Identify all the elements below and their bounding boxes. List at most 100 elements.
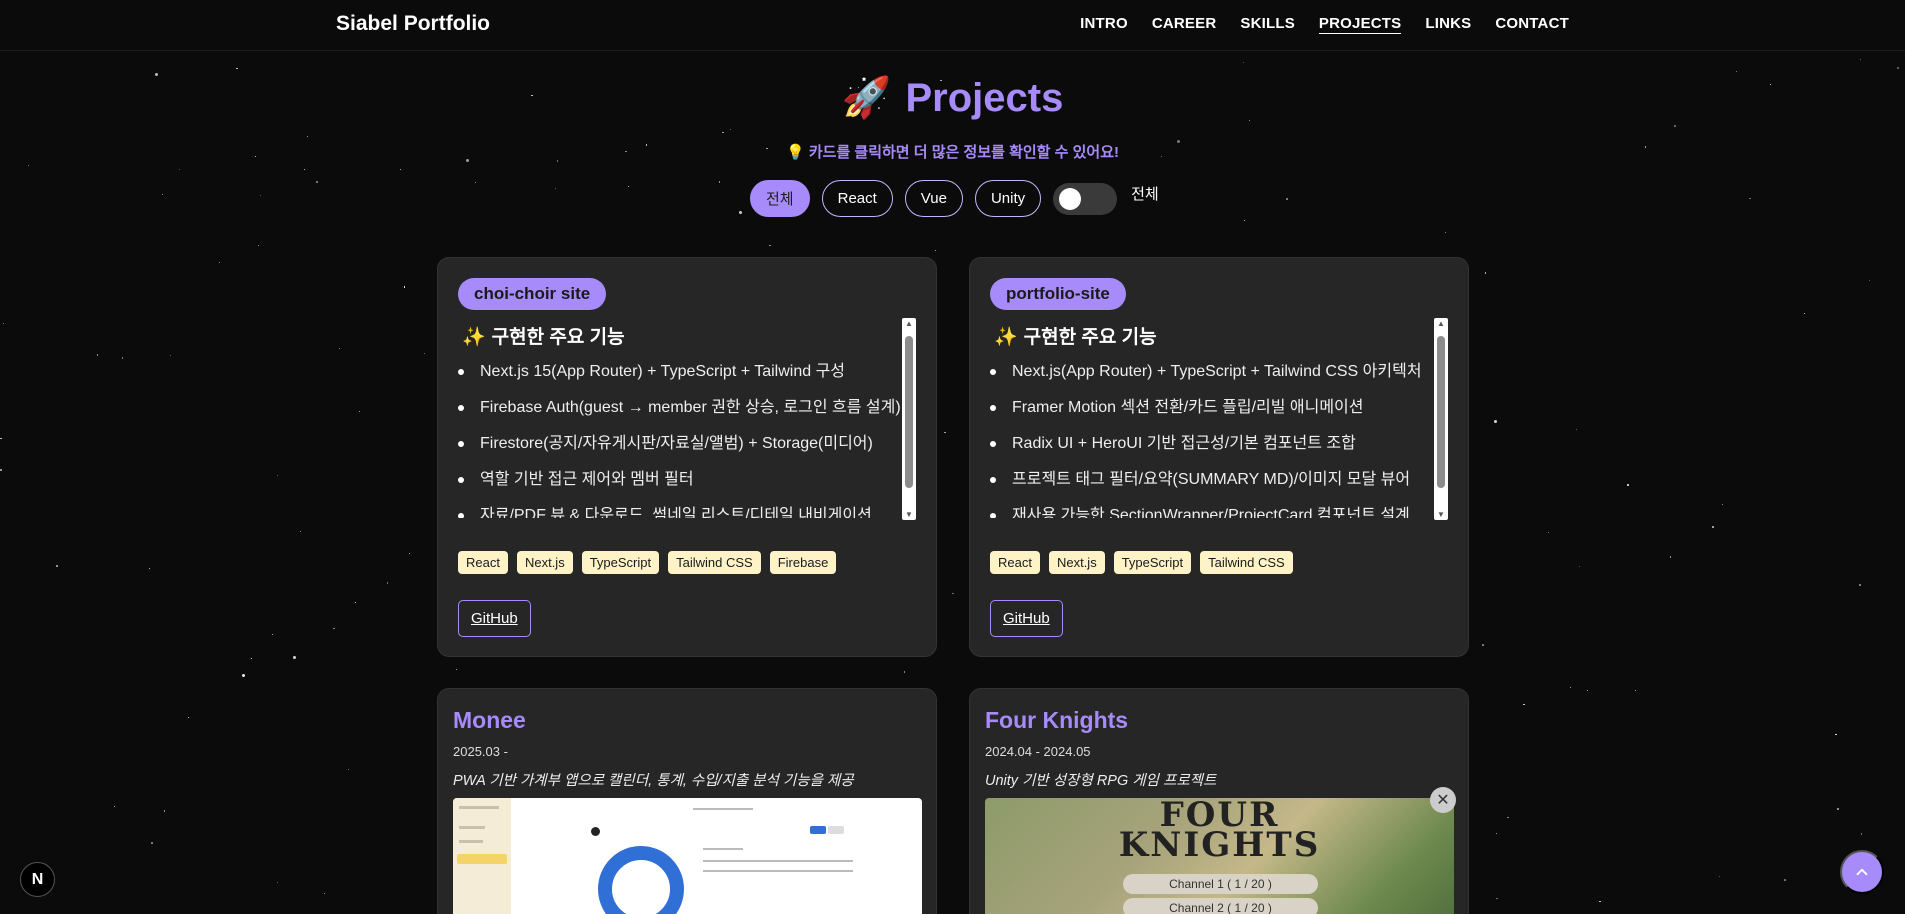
section-hint-text: 카드를 클릭하면 더 많은 정보를 확인할 수 있어요!	[808, 144, 1120, 161]
project-card-portfolio-site[interactable]: portfolio-site ✨ 구현한 주요 기능 Next.js(App Ro…	[969, 257, 1469, 657]
star-dot	[348, 768, 350, 770]
filter-react-button[interactable]: React	[821, 180, 893, 217]
scroll-up-arrow-icon[interactable]: ▲	[905, 319, 913, 328]
star-dot	[739, 211, 743, 215]
filter-unity-button[interactable]: Unity	[974, 180, 1042, 217]
starfield-background	[0, 0, 1905, 914]
star-dot	[1627, 484, 1629, 486]
sparkles-icon: ✨	[994, 327, 1018, 348]
project-card-monee[interactable]: Monee 2025.03 - PWA 기반 가계부 앱으로 캘린더, 통계, …	[437, 688, 937, 914]
nav-menu: INTRO CAREER SKILLS PROJECTS LINKS CONTA…	[1080, 15, 1569, 34]
star-dot	[718, 181, 721, 183]
star-dot	[1599, 900, 1601, 903]
scroll-to-top-button[interactable]	[1840, 850, 1884, 894]
github-link-button[interactable]: GitHub	[990, 600, 1063, 637]
game-logo-line: KNIGHTS	[1118, 825, 1321, 865]
star-dot	[56, 565, 58, 567]
donut-chart-graphic	[598, 846, 684, 914]
star-dot	[1859, 584, 1861, 586]
project-title: Monee	[453, 707, 526, 733]
star-dot	[276, 881, 279, 884]
project-date: 2024.04 - 2024.05	[985, 744, 1091, 759]
scrollbar-thumb[interactable]	[1437, 336, 1445, 488]
feature-item: Next.js 15(App Router) + TypeScript + Ta…	[458, 361, 921, 397]
features-scrollbar[interactable]: ▲ ▼	[902, 318, 916, 520]
feature-item: Radix UI + HeroUI 기반 접근성/기본 컴포넌트 조합	[990, 433, 1453, 469]
mini-button-graphic	[828, 826, 844, 834]
star-dot	[1897, 67, 1899, 69]
star-dot	[1493, 419, 1497, 423]
project-description: PWA 기반 가계부 앱으로 캘린더, 통계, 수입/지출 분석 기능을 제공	[453, 773, 854, 789]
star-dot	[1803, 313, 1805, 315]
project-date: 2025.03 -	[453, 744, 508, 759]
nextjs-badge[interactable]: N	[20, 862, 55, 897]
star-dot	[1860, 59, 1862, 61]
features-title: ✨ 구현한 주요 기능	[462, 322, 921, 349]
github-link-button[interactable]: GitHub	[458, 600, 531, 637]
star-dot	[1576, 429, 1578, 431]
nav-item-intro[interactable]: INTRO	[1080, 15, 1128, 34]
rocket-icon: 🚀	[841, 76, 892, 120]
sidebar-line-graphic	[459, 806, 499, 809]
star-dot	[169, 354, 171, 356]
star-dot	[3, 323, 5, 325]
nav-item-projects[interactable]: PROJECTS	[1318, 15, 1402, 34]
star-dot	[272, 634, 274, 636]
nav-item-links[interactable]: LINKS	[1425, 15, 1471, 34]
scroll-down-arrow-icon[interactable]: ▼	[1437, 510, 1445, 519]
star-dot	[1495, 832, 1497, 834]
sparkles-icon: ✨	[462, 327, 486, 348]
features-title: ✨ 구현한 주요 기능	[994, 322, 1453, 349]
brand-logo[interactable]: Siabel Portfolio	[336, 12, 490, 36]
tech-tag: TypeScript	[1113, 551, 1192, 574]
star-dot	[1484, 272, 1486, 274]
project-card-four-knights[interactable]: Four Knights 2024.04 - 2024.05 Unity 기반 …	[969, 688, 1469, 914]
star-dot	[113, 806, 115, 808]
legend-line-graphic	[703, 848, 743, 850]
tech-tag: React	[990, 551, 1040, 574]
features-list: Next.js 15(App Router) + TypeScript + Ta…	[458, 361, 921, 518]
star-dot	[1286, 198, 1288, 200]
filter-vue-button[interactable]: Vue	[904, 180, 963, 217]
features-scrollbar[interactable]: ▲ ▼	[1434, 318, 1448, 520]
star-dot	[1578, 565, 1580, 567]
star-dot	[1868, 279, 1870, 281]
channel-button: Channel 2 ( 1 / 20 )	[1123, 898, 1318, 914]
project-screenshot[interactable]: FOUR KNIGHTS Channel 1 ( 1 / 20 ) Channe…	[985, 798, 1454, 914]
close-icon[interactable]: ✕	[1430, 787, 1456, 813]
scroll-up-arrow-icon[interactable]: ▲	[1437, 319, 1445, 328]
project-card-choi-choir[interactable]: choi-choir site ✨ 구현한 주요 기능 Next.js 15(Ap…	[437, 257, 937, 657]
project-screenshot[interactable]	[453, 798, 922, 914]
top-navbar: Siabel Portfolio INTRO CAREER SKILLS PRO…	[0, 0, 1905, 51]
star-dot	[1721, 503, 1723, 505]
nav-item-skills[interactable]: SKILLS	[1240, 15, 1295, 34]
sidebar-line-graphic	[459, 826, 485, 829]
star-dot	[952, 592, 954, 595]
flip-all-toggle[interactable]	[1053, 182, 1118, 215]
nav-item-contact[interactable]: CONTACT	[1495, 15, 1569, 34]
tech-tag: Firebase	[769, 551, 837, 574]
features-panel[interactable]: ✨ 구현한 주요 기능 Next.js 15(App Router) + Type…	[458, 318, 921, 518]
star-dot	[399, 168, 402, 171]
legend-line-graphic	[703, 860, 853, 862]
star-dot	[1244, 220, 1246, 221]
nav-item-career[interactable]: CAREER	[1152, 15, 1217, 34]
filter-all-button[interactable]: 전체	[750, 180, 810, 217]
star-dot	[386, 582, 389, 584]
star-dot	[306, 135, 309, 138]
features-panel[interactable]: ✨ 구현한 주요 기능 Next.js(App Router) + TypeScr…	[990, 318, 1453, 518]
project-description: Unity 기반 성장형 RPG 게임 프로젝트	[985, 773, 1217, 789]
tech-tags: React Next.js TypeScript Tailwind CSS Fi…	[458, 551, 837, 574]
tech-tag: Next.js	[516, 551, 573, 574]
star-dot	[1496, 897, 1498, 900]
star-dot	[627, 185, 629, 187]
star-dot	[259, 194, 261, 196]
feature-item: 자료/PDF 뷰 & 다운로드, 썸네일 리스트/디테일 내비게이션	[458, 505, 921, 518]
star-dot	[1835, 733, 1837, 736]
star-dot	[151, 842, 153, 844]
star-dot	[424, 352, 426, 354]
scroll-down-arrow-icon[interactable]: ▼	[905, 510, 913, 519]
star-dot	[236, 67, 238, 70]
star-dot	[323, 892, 326, 895]
scrollbar-thumb[interactable]	[905, 336, 913, 488]
